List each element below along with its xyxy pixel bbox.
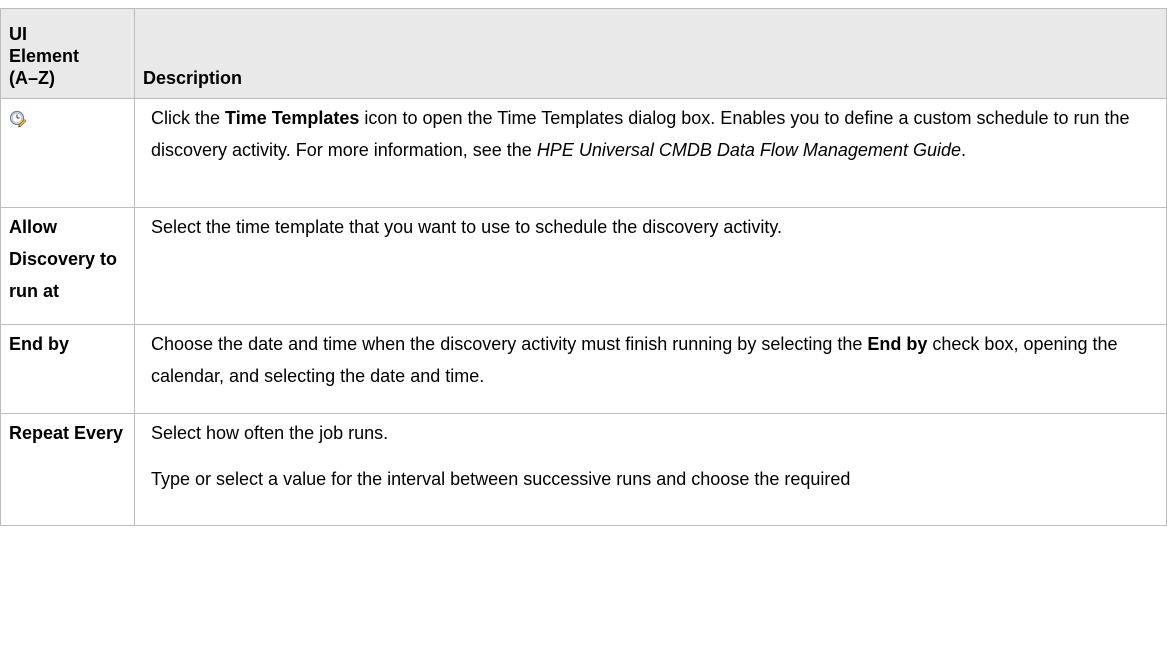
end-by-term: End by (867, 334, 928, 354)
description-paragraph: Type or select a value for the interval … (151, 469, 851, 489)
ui-element-cell (0, 98, 135, 208)
time-templates-term: Time Templates (225, 108, 360, 128)
ui-element-cell: Allow Discovery to run at (0, 207, 135, 325)
description-cell: Choose the date and time when the discov… (134, 324, 1167, 414)
description-text: Choose the date and time when the discov… (151, 328, 1160, 392)
description-text: Click the Time Templates icon to open th… (151, 102, 1160, 166)
header-ui-element: UI Element (A–Z) (0, 8, 135, 99)
desc-text-part: Choose the date and time when the discov… (151, 334, 868, 354)
description-paragraph: Select how often the job runs. (151, 423, 389, 443)
ui-element-cell: Repeat Every (0, 413, 135, 526)
table-row: Click the Time Templates icon to open th… (0, 98, 1167, 208)
desc-text-part: . (960, 140, 966, 160)
header-ui-element-line2: Element (9, 46, 80, 66)
time-templates-icon (9, 106, 27, 128)
document-page: UI Element (A–Z) Description Click the T… (0, 0, 1167, 668)
header-description: Description (134, 8, 1167, 99)
table-header-row: UI Element (A–Z) Description (0, 8, 1167, 99)
description-cell: Click the Time Templates icon to open th… (134, 98, 1167, 208)
description-cell: Select how often the job runs. Type or s… (134, 413, 1167, 526)
ui-element-cell: End by (0, 324, 135, 414)
header-ui-element-line1: UI (9, 24, 27, 44)
table-row: End by Choose the date and time when the… (0, 324, 1167, 414)
description-cell: Select the time template that you want t… (134, 207, 1167, 325)
table-row: Allow Discovery to run at Select the tim… (0, 207, 1167, 325)
table-row: Repeat Every Select how often the job ru… (0, 413, 1167, 526)
ui-elements-table: UI Element (A–Z) Description Click the T… (0, 8, 1167, 526)
header-ui-element-line3: (A–Z) (9, 68, 55, 88)
guide-reference: HPE Universal CMDB Data Flow Management … (536, 140, 961, 160)
desc-text-part: Click the (151, 108, 226, 128)
